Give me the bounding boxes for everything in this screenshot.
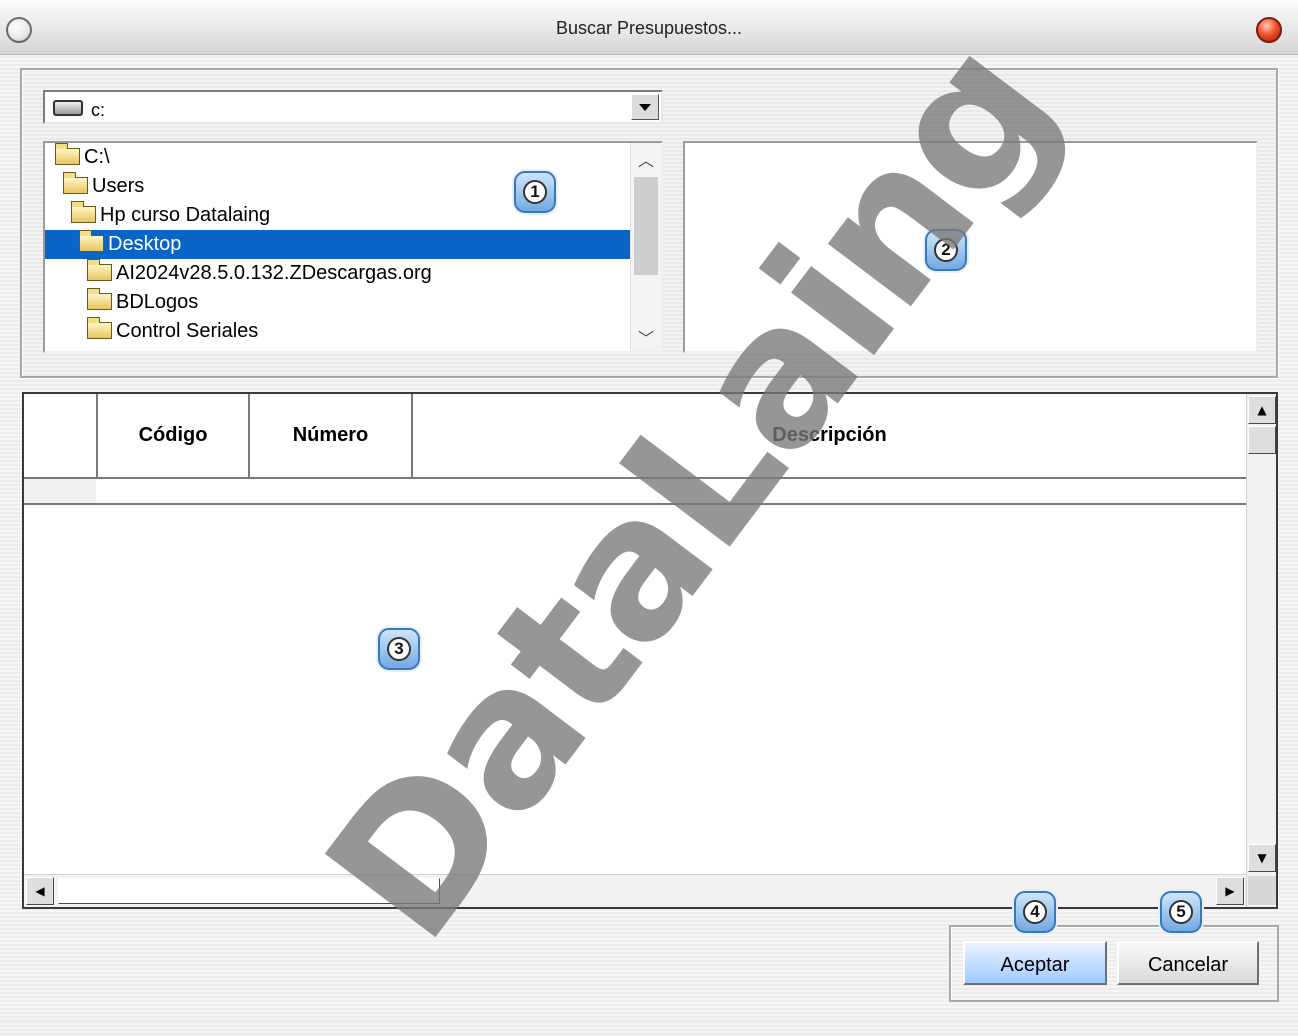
- drive-select[interactable]: c:: [43, 90, 663, 124]
- grid-hscroll-thumb[interactable]: [58, 878, 440, 904]
- directory-item-label: C:\: [84, 146, 110, 168]
- folder-icon: [87, 317, 112, 339]
- accept-button[interactable]: Aceptar: [963, 941, 1107, 985]
- grid-horizontal-scrollbar[interactable]: ◀ ▶: [24, 874, 1246, 907]
- directory-item[interactable]: Control Seriales: [45, 317, 661, 346]
- callout-5: 5: [1160, 891, 1202, 933]
- grid-cell-codigo[interactable]: [96, 477, 250, 505]
- scroll-left-button[interactable]: ◀: [26, 877, 54, 905]
- arrow-left-icon: ◀: [35, 884, 45, 898]
- drive-dropdown-button[interactable]: [631, 94, 659, 120]
- scroll-up-button[interactable]: ▲: [1248, 396, 1276, 424]
- directory-item-label: Desktop: [108, 233, 182, 255]
- directory-item[interactable]: AI2024v28.5.0.132.ZDescargas.org: [45, 259, 661, 288]
- row-indicator-header: [24, 394, 98, 477]
- grid-vertical-scrollbar[interactable]: ▲ ▼: [1246, 394, 1276, 907]
- open-folder-icon: [79, 230, 104, 252]
- directory-scrollbar[interactable]: ︿ ﹀: [630, 143, 661, 351]
- hard-drive-icon: [53, 100, 83, 116]
- directory-item-label: Control Seriales: [116, 320, 259, 342]
- drive-label: c:: [91, 100, 106, 120]
- directory-item[interactable]: C:\: [45, 143, 661, 172]
- arrow-down-icon: ▼: [1257, 851, 1267, 865]
- directory-tree[interactable]: C:\ Users Hp curso Datalaing Desktop AI2024v…: [43, 141, 663, 353]
- directory-items: C:\ Users Hp curso Datalaing Desktop AI2024v…: [45, 143, 661, 346]
- row-indicator[interactable]: [24, 477, 98, 505]
- callout-4: 4: [1014, 891, 1056, 933]
- cancel-button[interactable]: Cancelar: [1117, 941, 1259, 985]
- arrow-right-icon: ▶: [1225, 884, 1235, 898]
- callout-2: 2: [925, 229, 967, 271]
- directory-item-label: BDLogos: [116, 291, 199, 313]
- open-folder-icon: [71, 201, 96, 223]
- scroll-down-button[interactable]: ▼: [1248, 844, 1276, 872]
- grid-cell-numero[interactable]: [248, 477, 413, 505]
- folder-icon: [87, 288, 112, 310]
- column-header-descripcion[interactable]: Descripción: [413, 394, 1246, 477]
- scroll-up-icon[interactable]: ︿: [631, 147, 661, 171]
- grid-vscroll-thumb[interactable]: [1248, 426, 1276, 454]
- directory-item[interactable]: Hp curso Datalaing: [45, 201, 661, 230]
- directory-item-label: Hp curso Datalaing: [100, 204, 271, 226]
- scroll-right-button[interactable]: ▶: [1216, 877, 1244, 905]
- chevron-down-icon: [639, 104, 651, 111]
- directory-item[interactable]: Users: [45, 172, 661, 201]
- directory-item[interactable]: Desktop: [45, 230, 661, 259]
- column-header-numero[interactable]: Número: [250, 394, 413, 477]
- folder-icon: [87, 259, 112, 281]
- directory-item[interactable]: BDLogos: [45, 288, 661, 317]
- title-bar[interactable]: Buscar Presupuestos...: [0, 0, 1298, 55]
- file-list[interactable]: [683, 141, 1258, 353]
- column-header-codigo[interactable]: Código: [98, 394, 250, 477]
- directory-item-label: AI2024v28.5.0.132.ZDescargas.org: [116, 262, 432, 284]
- callout-3: 3: [378, 628, 420, 670]
- callout-1: 1: [514, 171, 556, 213]
- scroll-down-icon[interactable]: ﹀: [631, 325, 661, 349]
- window-title: Buscar Presupuestos...: [555, 18, 743, 38]
- directory-item-label: Users: [92, 175, 145, 197]
- open-folder-icon: [55, 143, 80, 165]
- directory-scroll-thumb[interactable]: [634, 177, 658, 275]
- close-icon[interactable]: [1256, 17, 1282, 43]
- open-folder-icon: [63, 172, 88, 194]
- grid-cell-descripcion[interactable]: [411, 477, 1246, 505]
- arrow-up-icon: ▲: [1257, 403, 1267, 417]
- scrollbar-corner: [1248, 876, 1276, 905]
- budget-grid[interactable]: Código Número Descripción ▲ ▼ ◀ ▶: [22, 392, 1278, 909]
